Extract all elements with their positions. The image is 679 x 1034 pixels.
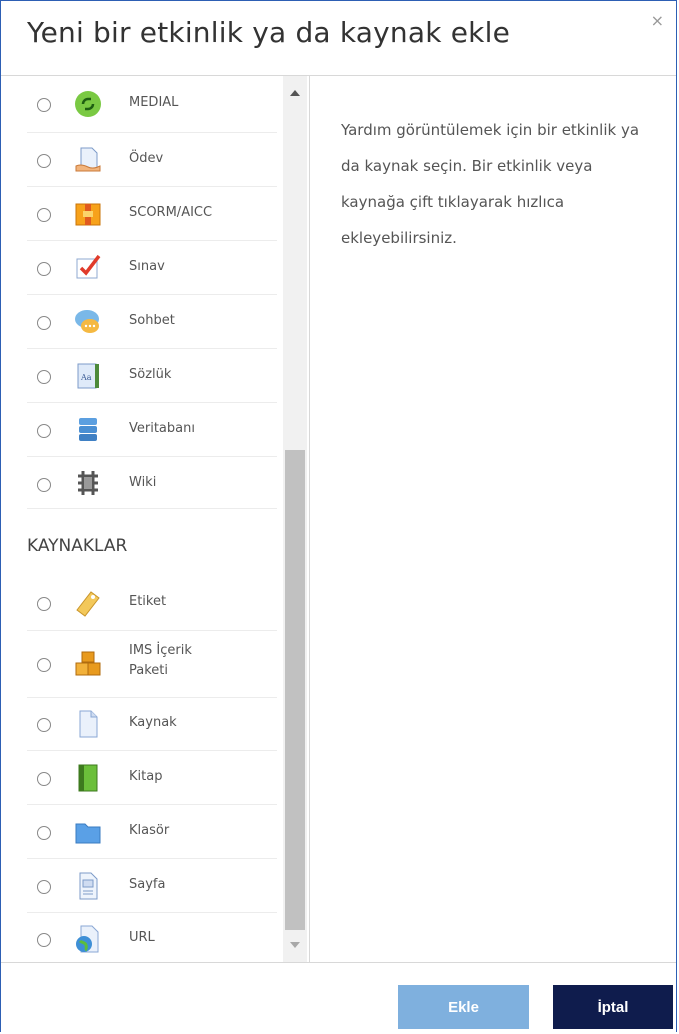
list-item-chat[interactable]: Sohbet (27, 295, 277, 349)
list-item-label: Sözlük (129, 367, 172, 382)
page-icon (73, 871, 103, 901)
file-icon (73, 709, 103, 739)
scroll-down-arrow-icon[interactable] (290, 942, 300, 948)
medial-icon (73, 89, 103, 119)
list-item-label: IMS İçerik Paketi (129, 643, 192, 678)
radio-book[interactable] (37, 772, 51, 786)
wiki-icon (73, 468, 103, 498)
folder-icon (73, 817, 103, 847)
dialog-footer: Ekle İptal (1, 962, 676, 1032)
label-tag-icon (73, 588, 103, 618)
list-item-ims-package[interactable]: IMS İçerik Paketi (27, 631, 277, 698)
list-item-label-resource[interactable]: Etiket (27, 576, 277, 631)
list-item-label: Sınav (129, 259, 165, 274)
url-icon (73, 924, 103, 954)
list-item-label: Kaynak (129, 715, 177, 730)
radio-medial[interactable] (37, 98, 51, 112)
list-item-scorm[interactable]: SCORM/AICC (27, 187, 277, 241)
list-item-label: Etiket (129, 594, 167, 609)
chat-icon (73, 307, 103, 337)
radio-glossary[interactable] (37, 370, 51, 384)
list-item-database[interactable]: Veritabanı (27, 403, 277, 457)
scrollbar-thumb[interactable] (285, 450, 305, 930)
radio-scorm[interactable] (37, 208, 51, 222)
list-item-label: Veritabanı (129, 421, 195, 436)
list-scrollbar[interactable] (283, 76, 307, 962)
radio-assignment[interactable] (37, 154, 51, 168)
radio-quiz[interactable] (37, 262, 51, 276)
list-item-label: URL (129, 930, 155, 945)
module-list-pane: MEDIAL Ödev SCORM/AICC Sınav Sohbet Aa S… (1, 76, 310, 962)
radio-ims-package[interactable] (37, 658, 51, 672)
list-item-label: Sayfa (129, 877, 166, 892)
list-item-medial[interactable]: MEDIAL (27, 76, 277, 133)
list-item-quiz[interactable]: Sınav (27, 241, 277, 295)
cancel-button[interactable]: İptal (553, 985, 673, 1029)
list-item-label: Ödev (129, 151, 164, 166)
list-item-url[interactable]: URL (27, 913, 277, 962)
assignment-icon (73, 145, 103, 175)
radio-file[interactable] (37, 718, 51, 732)
list-item-wiki[interactable]: Wiki (27, 457, 277, 509)
list-item-folder[interactable]: Klasör (27, 805, 277, 859)
dialog-title: Yeni bir etkinlik ya da kaynak ekle (27, 16, 510, 49)
list-item-label: SCORM/AICC (129, 205, 213, 220)
list-item-page[interactable]: Sayfa (27, 859, 277, 913)
help-text: Yardım görüntülemek için bir etkinlik ya… (341, 121, 640, 247)
scroll-up-arrow-icon[interactable] (290, 90, 300, 96)
list-item-label: Sohbet (129, 313, 175, 328)
radio-page[interactable] (37, 880, 51, 894)
list-item-label: Klasör (129, 823, 170, 838)
database-icon (73, 415, 103, 445)
scorm-package-icon (73, 199, 103, 229)
close-icon[interactable]: × (651, 13, 664, 29)
radio-folder[interactable] (37, 826, 51, 840)
svg-text:Aa: Aa (80, 373, 92, 382)
list-item-label: MEDIAL (129, 95, 179, 110)
list-item-label: Kitap (129, 769, 163, 784)
book-icon (73, 763, 103, 793)
list-item-label: Wiki (129, 475, 157, 490)
dialog-header: Yeni bir etkinlik ya da kaynak ekle × (1, 1, 676, 76)
add-activity-dialog: Yeni bir etkinlik ya da kaynak ekle × ME… (0, 0, 677, 1032)
radio-wiki[interactable] (37, 478, 51, 492)
list-item-assignment[interactable]: Ödev (27, 133, 277, 187)
resources-section-heading: KAYNAKLAR (27, 536, 128, 556)
quiz-icon (73, 251, 103, 281)
radio-chat[interactable] (37, 316, 51, 330)
list-item-book[interactable]: Kitap (27, 751, 277, 805)
ims-package-icon (73, 649, 103, 679)
add-button[interactable]: Ekle (398, 985, 529, 1029)
list-item-file[interactable]: Kaynak (27, 698, 277, 751)
radio-database[interactable] (37, 424, 51, 438)
glossary-icon: Aa (73, 361, 103, 391)
list-item-glossary[interactable]: Aa Sözlük (27, 349, 277, 403)
radio-url[interactable] (37, 933, 51, 947)
radio-label[interactable] (37, 597, 51, 611)
